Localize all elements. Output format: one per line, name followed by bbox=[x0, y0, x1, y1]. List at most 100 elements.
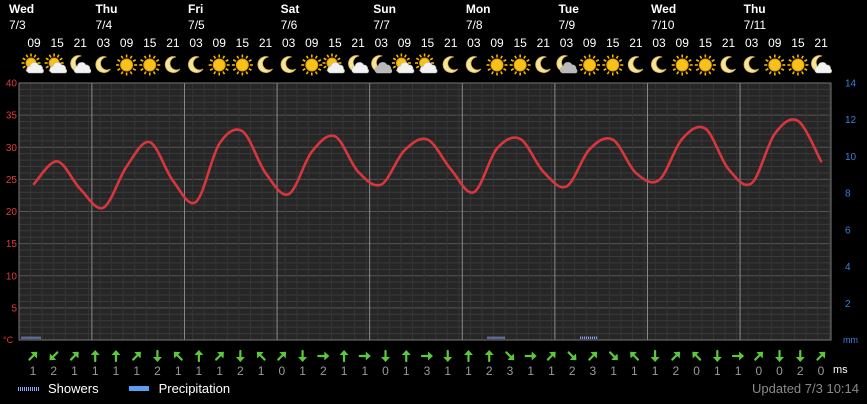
hour-label: 21 bbox=[351, 36, 365, 50]
moon-cloud-grey-icon bbox=[556, 55, 578, 74]
arrow-head bbox=[443, 357, 453, 362]
precipitation-axis: 2 4 6 8 10 12 14 mm bbox=[843, 79, 858, 346]
sun-ray bbox=[583, 71, 587, 75]
moon-shape bbox=[164, 56, 181, 73]
sun-ray bbox=[209, 68, 214, 71]
y-tick-right: 6 bbox=[845, 225, 851, 236]
sun-disc bbox=[675, 58, 689, 72]
sun-ray bbox=[213, 71, 217, 75]
y-tick-right: 8 bbox=[845, 189, 851, 200]
wind-speed-label: 2 bbox=[797, 364, 804, 378]
sun-ray bbox=[48, 54, 52, 58]
wind-arrow-icon bbox=[317, 351, 330, 361]
sun-ray bbox=[248, 59, 252, 62]
sun-ray bbox=[788, 59, 792, 62]
sun-ray bbox=[245, 55, 249, 59]
sun-icon bbox=[139, 54, 161, 76]
sun-ray bbox=[695, 59, 700, 62]
sun-disc bbox=[583, 58, 597, 72]
wind-arrow-icon bbox=[692, 351, 702, 361]
sun-ray bbox=[392, 65, 397, 69]
sun-ray bbox=[305, 71, 309, 75]
sun-ray bbox=[801, 71, 804, 75]
sun-disc bbox=[235, 58, 249, 72]
arrow-head bbox=[235, 357, 245, 362]
y-unit-right: mm bbox=[843, 335, 858, 345]
legend-precipitation: Precipitation bbox=[158, 381, 231, 396]
hour-label: 15 bbox=[513, 36, 527, 50]
wind-row: 121111211121012110131123112311120110020 bbox=[28, 349, 826, 378]
wind-speed-label: 0 bbox=[382, 364, 389, 378]
sun-ray bbox=[780, 68, 785, 71]
showers-swatch bbox=[18, 386, 40, 391]
hour-label: 15 bbox=[143, 36, 157, 50]
wind-arrow-icon bbox=[816, 351, 826, 361]
hour-label: 21 bbox=[722, 36, 736, 50]
sun-ray bbox=[688, 59, 692, 62]
wind-arrow-icon bbox=[277, 351, 287, 361]
moon-icon bbox=[257, 56, 273, 73]
sun-ray bbox=[500, 55, 503, 59]
day-date-label: 7/8 bbox=[466, 18, 483, 32]
sun-ray bbox=[143, 55, 147, 59]
sun-ray bbox=[45, 57, 49, 61]
day-date-label: 7/11 bbox=[744, 18, 767, 32]
wind-arrow-icon bbox=[775, 349, 785, 362]
wind-arrow-icon bbox=[358, 351, 371, 361]
hour-label: 03 bbox=[375, 36, 389, 50]
sun-ray bbox=[152, 55, 156, 59]
sun-ray bbox=[768, 71, 772, 75]
hour-label: 21 bbox=[537, 36, 551, 50]
sun-ray bbox=[415, 65, 420, 69]
sun-icon bbox=[602, 54, 624, 76]
sun-ray bbox=[777, 55, 781, 59]
sun-ray bbox=[120, 55, 124, 59]
wind-speed-label: 1 bbox=[527, 364, 534, 378]
wind-speed-label: 2 bbox=[237, 364, 244, 378]
moon-shape bbox=[743, 56, 759, 73]
sun-ray bbox=[33, 54, 37, 58]
sun-ray bbox=[132, 68, 137, 71]
sun-ray bbox=[129, 71, 133, 75]
wind-speed-label: 0 bbox=[755, 364, 762, 378]
wind-speed-label: 2 bbox=[50, 364, 57, 378]
wind-arrow-icon bbox=[381, 349, 391, 362]
moon-shape bbox=[280, 56, 296, 73]
wind-arrow-icon bbox=[650, 349, 660, 362]
sun-ray bbox=[236, 55, 240, 59]
y-tick-right: 10 bbox=[845, 152, 857, 163]
moon-icon bbox=[280, 56, 296, 73]
wind-speed-label: 1 bbox=[30, 364, 37, 378]
sun-ray bbox=[225, 59, 229, 62]
hour-label: 21 bbox=[259, 36, 273, 50]
arrow-head bbox=[194, 350, 204, 355]
wind-speed-label: 0 bbox=[818, 364, 825, 378]
day-name-label: Sat bbox=[281, 2, 300, 16]
moon-cloud-icon bbox=[811, 55, 832, 74]
sun-ray bbox=[503, 68, 507, 71]
sun-ray bbox=[777, 71, 781, 75]
arrow-head bbox=[484, 350, 494, 355]
day-date-label: 7/3 bbox=[9, 18, 26, 32]
moon-icon bbox=[720, 56, 736, 73]
sun-ray bbox=[225, 68, 229, 71]
weather-chart: Wed 7/3 Thu 7/4 Fri 7/5 Sat 7/6 Sun 7/7 Mon 7/8 Tue 7… bbox=[3, 2, 858, 378]
sun-ray bbox=[615, 71, 619, 75]
wind-speed-label: 1 bbox=[175, 364, 182, 378]
sun-ray bbox=[317, 59, 322, 62]
sun-ray bbox=[503, 59, 507, 62]
sun-ray bbox=[129, 55, 133, 59]
moon-shape bbox=[188, 56, 204, 73]
sun-ray bbox=[22, 57, 26, 61]
sun-ray bbox=[245, 71, 249, 75]
wind-arrow-icon bbox=[505, 351, 515, 361]
hour-label: 15 bbox=[236, 36, 250, 50]
sun-disc bbox=[212, 58, 226, 72]
sun-ray bbox=[491, 55, 494, 59]
hour-label: 09 bbox=[398, 36, 412, 50]
arrow-head bbox=[401, 350, 411, 355]
sun-ray bbox=[606, 55, 610, 59]
moon-icon bbox=[627, 56, 644, 73]
sun-ray bbox=[140, 68, 144, 71]
sun-ray bbox=[155, 59, 160, 62]
